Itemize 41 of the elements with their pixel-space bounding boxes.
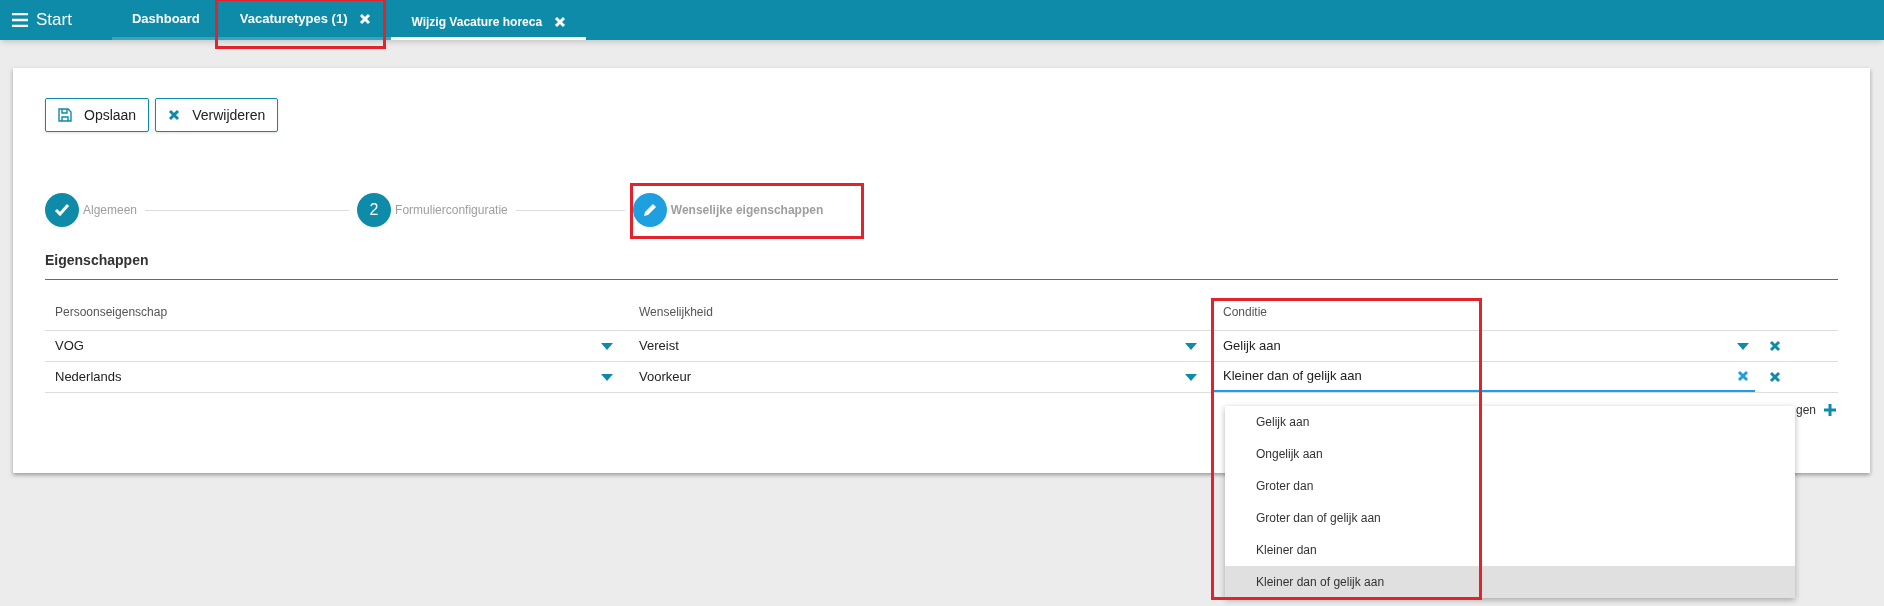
step-label: Wenselijke eigenschappen — [670, 202, 824, 219]
delete-button[interactable]: Verwijderen — [155, 98, 279, 132]
select-field[interactable]: Voorkeur — [629, 362, 1203, 392]
save-icon — [58, 108, 72, 122]
select-field[interactable]: Gelijk aan — [1213, 331, 1755, 361]
menu-icon — [12, 13, 28, 27]
section-title: Eigenschappen — [45, 250, 1838, 280]
check-icon — [45, 193, 79, 227]
tab[interactable]: Dashboard — [111, 0, 220, 40]
dropdown-option[interactable]: Ongelijk aan — [1225, 438, 1795, 470]
plus-icon — [1824, 404, 1836, 416]
select-field[interactable]: VOG — [45, 331, 619, 361]
tab[interactable]: Wijzig Vacature horeca — [391, 0, 587, 40]
caret-icon[interactable] — [1185, 342, 1197, 350]
select-field[interactable]: Nederlands — [45, 362, 619, 392]
tab[interactable]: Vacaturetypes (1) — [219, 0, 392, 40]
caret-icon[interactable] — [1185, 373, 1197, 381]
dropdown-option[interactable]: Gelijk aan — [1225, 406, 1795, 438]
caret-icon[interactable] — [601, 342, 613, 350]
step-label: Formulierconfiguratie — [395, 202, 508, 219]
menu-button[interactable]: Start — [0, 0, 112, 40]
pencil-icon — [632, 193, 667, 227]
save-button[interactable]: Opslaan — [45, 98, 150, 132]
remove-row-icon[interactable] — [1769, 371, 1781, 383]
step-number: 2 — [357, 193, 392, 227]
remove-row-icon[interactable] — [1769, 340, 1781, 352]
caret-icon[interactable] — [1737, 342, 1749, 350]
dropdown-option[interactable]: Groter dan — [1225, 470, 1795, 502]
column-header: Conditie — [1222, 304, 1269, 321]
column-header: Wenselijkheid — [638, 304, 714, 321]
dropdown-option[interactable]: Groter dan of gelijk aan — [1225, 502, 1795, 534]
caret-icon[interactable] — [601, 373, 613, 381]
step-label: Algemeen — [83, 202, 138, 219]
dropdown-option[interactable]: Kleiner dan — [1225, 534, 1795, 566]
dropdown-option[interactable]: Kleiner dan of gelijk aan — [1225, 566, 1795, 598]
close-icon[interactable] — [168, 109, 181, 121]
select-field[interactable]: Vereist — [629, 331, 1203, 361]
clear-icon[interactable] — [1737, 370, 1749, 382]
add-button[interactable]: gen — [1795, 401, 1836, 419]
column-header: Persoonseigenschap — [54, 304, 169, 321]
select-field[interactable]: Kleiner dan of gelijk aan — [1213, 362, 1755, 392]
